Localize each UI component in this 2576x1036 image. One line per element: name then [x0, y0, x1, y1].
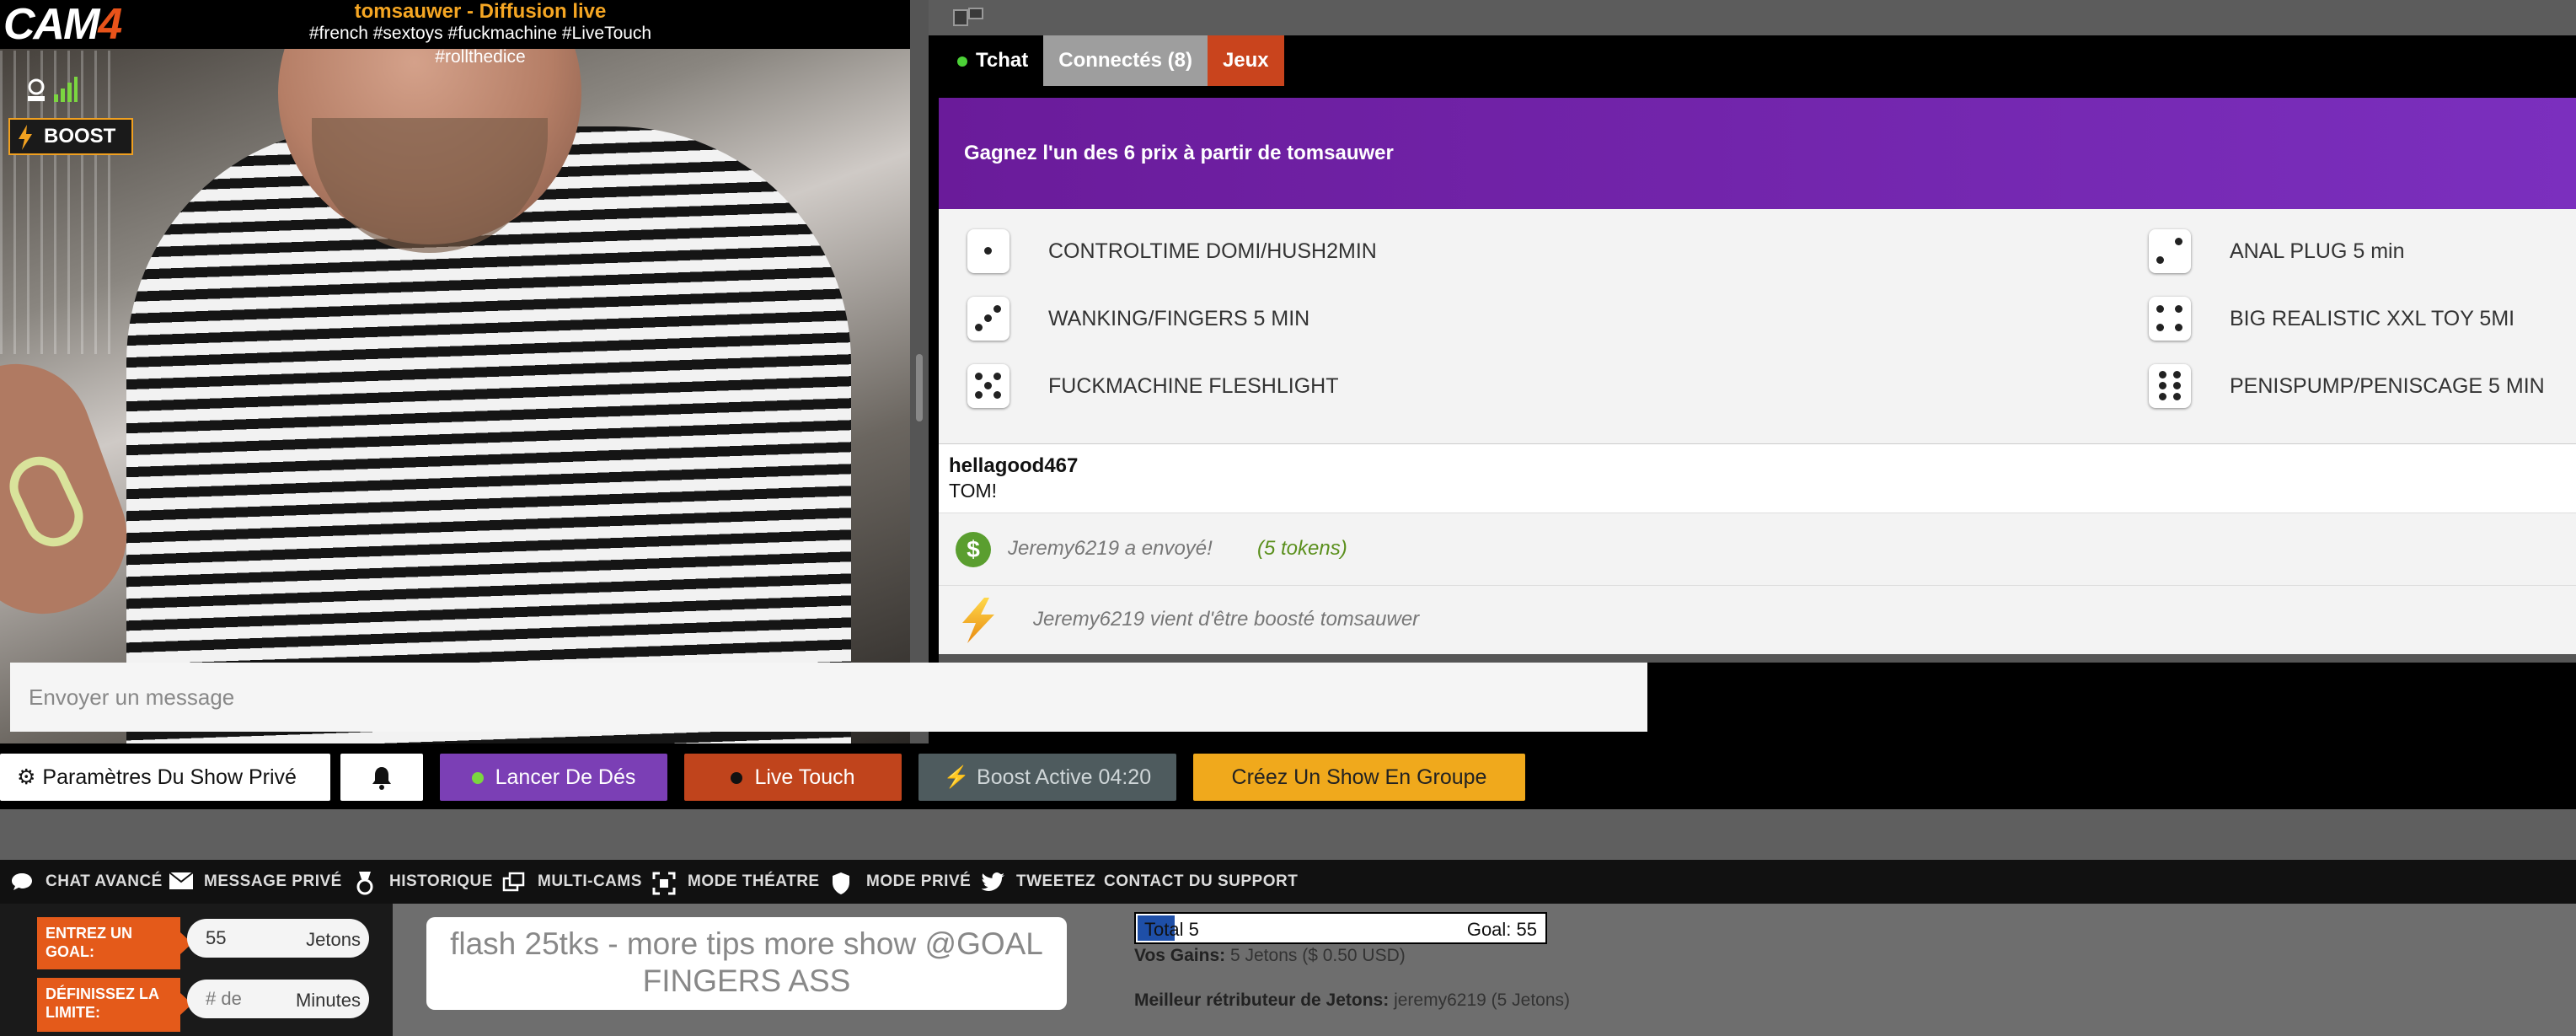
dice-game-box: Gagnez l'un des 6 prix à partir de tomsa…	[939, 98, 2576, 443]
advanced-chat-link[interactable]: CHAT AVANCÉ	[10, 860, 162, 904]
support-contact-link[interactable]: CONTACT DU SUPPORT	[1104, 860, 1306, 904]
tab-games[interactable]: Jeux	[1207, 35, 1284, 86]
goal-input[interactable]: 55 Jetons	[187, 919, 369, 958]
stream-title: tomsauwer - Diffusion live	[354, 0, 607, 23]
history-link[interactable]: HISTORIQUE	[354, 860, 497, 904]
boost-notice: Jeremy6219 vient d'être boosté tomsauwer	[939, 585, 2576, 654]
group-show-button[interactable]: Créez Un Show En Groupe	[1193, 754, 1525, 801]
online-dot-icon	[957, 56, 967, 67]
die-three-icon	[967, 297, 1010, 341]
spacer-strip	[0, 809, 2576, 860]
bell-icon	[372, 767, 391, 790]
tweet-link[interactable]: TWEETEZ	[981, 860, 1095, 904]
limit-label: DÉFINISSEZ LA LIMITE:	[37, 978, 192, 1032]
goal-progress-bar: Total 5 Goal: 55	[1134, 912, 1547, 944]
dice-game-header: Gagnez l'un des 6 prix à partir de tomsa…	[939, 98, 2576, 209]
boost-label: BOOST	[44, 125, 116, 148]
chat-message: hellagood467 TOM!	[939, 443, 2576, 513]
theatre-mode-link[interactable]: MODE THÉATRE	[652, 860, 821, 904]
die-two-icon	[2149, 229, 2191, 273]
medal-icon	[356, 872, 373, 895]
viewer-icon	[28, 78, 45, 101]
die-four-icon	[2149, 297, 2191, 341]
chat-message-username[interactable]: hellagood467	[949, 454, 2576, 478]
status-dot-icon	[731, 772, 743, 784]
cam4-logo[interactable]: CAM4	[3, 0, 122, 49]
goal-label: ENTREZ UN GOAL:	[37, 917, 192, 969]
prize-6: PENISPUMP/PENISCAGE 5 MIN	[2149, 361, 2545, 411]
boost-badge[interactable]: BOOST	[8, 118, 133, 155]
dollar-coin-icon: $	[956, 532, 991, 567]
speech-bubble-icon	[12, 873, 32, 890]
room-options-bar: CHAT AVANCÉ MESSAGE PRIVÉ HISTORIQUE MUL…	[0, 860, 2576, 904]
goal-target-text: Goal: 55	[1466, 919, 1537, 940]
video-header-bar: CAM4 tomsauwer - Diffusion live #french …	[0, 0, 910, 67]
notifications-button[interactable]	[340, 754, 423, 801]
chat-tabs: Tchat Connectés (8) Jeux	[945, 35, 1284, 86]
live-touch-button[interactable]: Live Touch	[684, 754, 902, 801]
prize-1: CONTROLTIME DOMI/HUSH2MIN	[967, 226, 1377, 276]
tab-chat[interactable]: Tchat	[945, 35, 1044, 86]
multicams-link[interactable]: MULTI-CAMS	[502, 860, 645, 904]
message-input[interactable]	[10, 663, 1647, 732]
panel-splitter[interactable]	[910, 0, 929, 743]
tip-notice: $ Jeremy6219 a envoyé! (5 tokens)	[939, 513, 2576, 585]
room-subject[interactable]: flash 25tks - more tips more show @GOAL …	[426, 917, 1067, 1010]
signal-strength-icon	[54, 77, 78, 102]
die-one-icon	[967, 229, 1010, 273]
chat-divider	[939, 654, 2576, 663]
private-show-settings-button[interactable]: ⚙ Paramètres Du Show Privé	[0, 754, 330, 801]
chat-topbar	[929, 0, 2576, 35]
tab-connected-users[interactable]: Connectés (8)	[1043, 35, 1208, 86]
envelope-icon	[169, 872, 194, 889]
prize-3: WANKING/FINGERS 5 MIN	[967, 293, 1309, 344]
top-tipper-info: Meilleur rétributeur de Jetons: jeremy62…	[1134, 990, 1571, 1010]
private-mode-link[interactable]: MODE PRIVÉ	[831, 860, 974, 904]
earnings-info: Vos Gains: 5 Jetons ($ 0.50 USD)	[1134, 946, 1406, 965]
action-toolbar: ⚙ Paramètres Du Show Privé Lancer De Dés …	[0, 743, 2576, 809]
boost-notice-text: Jeremy6219 vient d'être boosté tomsauwer	[1033, 608, 1420, 631]
bolt-icon	[19, 125, 32, 150]
prize-4: BIG REALISTIC XXL TOY 5MI	[2149, 293, 2514, 344]
bolt-icon: ⚡	[943, 765, 971, 789]
popout-icon[interactable]	[949, 5, 988, 30]
gear-icon: ⚙	[17, 765, 36, 789]
goal-settings-panel: ENTREZ UN GOAL: 55 Jetons DÉFINISSEZ LA …	[0, 904, 393, 1036]
lightning-bolt-icon	[962, 598, 994, 643]
windows-icon	[502, 872, 525, 892]
chat-panel: Tchat Connectés (8) Jeux Gagnez l'un des…	[929, 0, 2576, 743]
fullscreen-icon	[652, 872, 676, 895]
prize-2: ANAL PLUG 5 min	[2149, 226, 2404, 276]
stream-tags: #french #sextoys #fuckmachine #LiveTouch…	[308, 24, 652, 67]
tip-amount: (5 tokens)	[1257, 537, 1347, 560]
prize-5: FUCKMACHINE FLESHLIGHT	[967, 361, 1338, 411]
limit-input[interactable]: # de Minutes	[187, 980, 369, 1018]
video-player[interactable]: CAM4 tomsauwer - Diffusion live #french …	[0, 0, 910, 743]
die-six-icon	[2149, 364, 2191, 408]
goal-total-text: Total 5	[1144, 919, 1199, 940]
boost-active-button[interactable]: ⚡ Boost Active 04:20	[918, 754, 1176, 801]
die-five-icon	[967, 364, 1010, 408]
chat-message-text: TOM!	[949, 480, 998, 502]
active-dot-icon	[471, 772, 484, 784]
tip-notice-text: Jeremy6219 a envoyé!	[1008, 537, 1213, 560]
private-message-link[interactable]: MESSAGE PRIVÉ	[169, 860, 345, 904]
twitter-bird-icon	[981, 872, 1004, 891]
shield-icon	[833, 872, 849, 894]
roll-dice-button[interactable]: Lancer De Dés	[440, 754, 667, 801]
